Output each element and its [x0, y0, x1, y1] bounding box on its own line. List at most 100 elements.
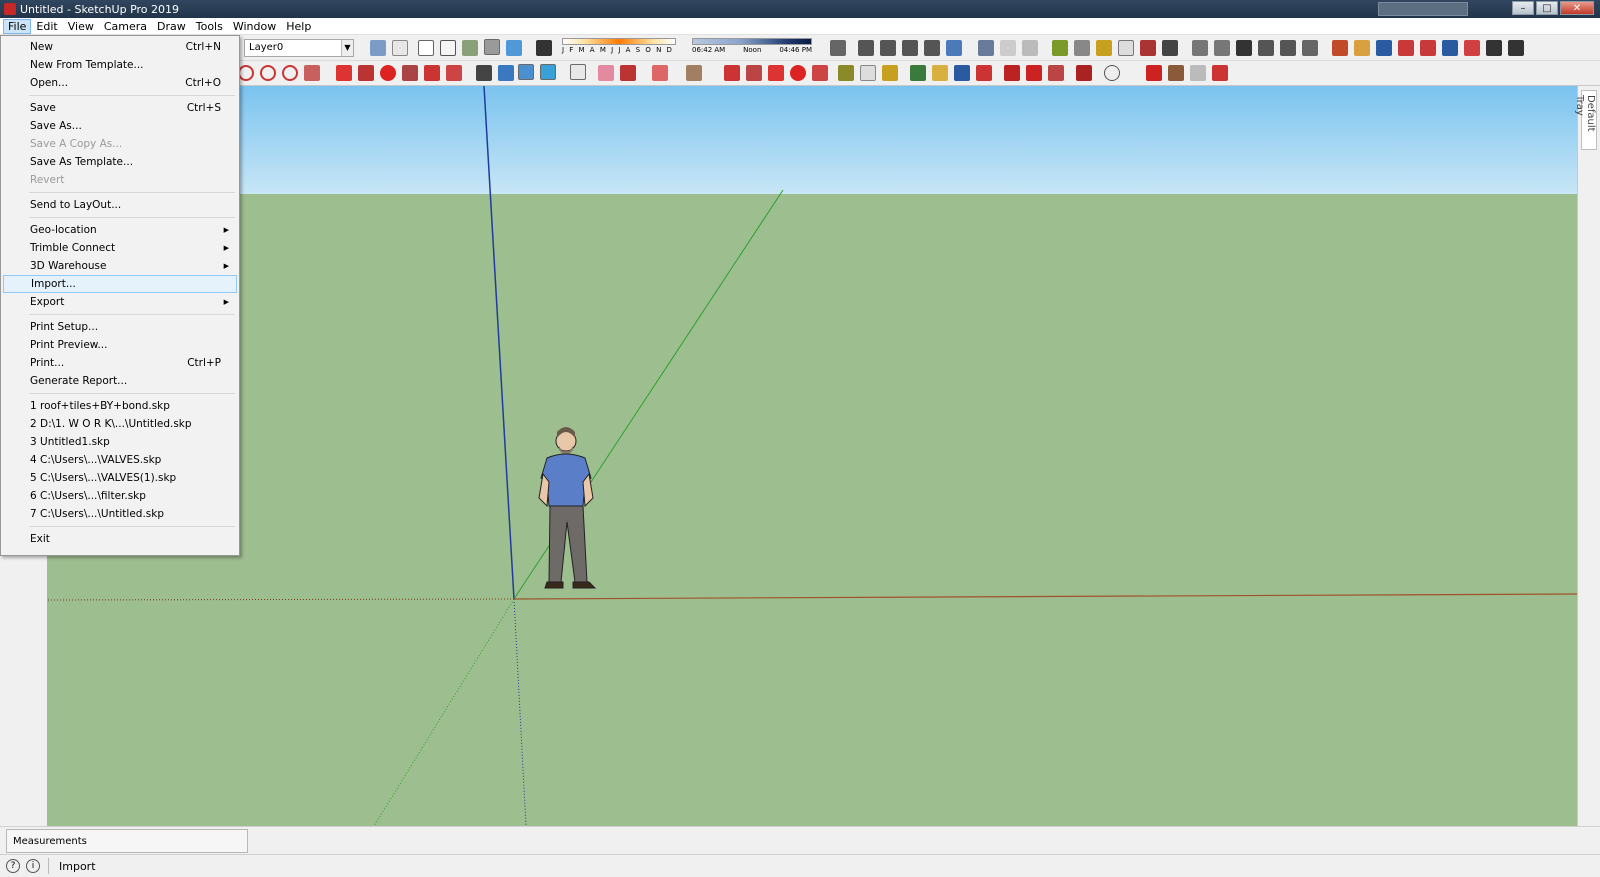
push-pull-icon[interactable]: [358, 65, 374, 81]
follow-me-icon[interactable]: [402, 65, 418, 81]
wireframe-icon[interactable]: [418, 40, 434, 56]
model-viewport[interactable]: [47, 86, 1577, 826]
arc-icon[interactable]: [238, 65, 254, 81]
menu-view[interactable]: View: [63, 19, 99, 34]
zoom-extents-icon[interactable]: [1420, 40, 1436, 56]
recent-file-item[interactable]: 4 C:\Users\...\VALVES.skp: [3, 451, 237, 469]
position-camera-icon[interactable]: [1464, 40, 1480, 56]
offset-icon[interactable]: [446, 65, 462, 81]
move-icon[interactable]: [336, 65, 352, 81]
top-view-icon[interactable]: [880, 40, 896, 56]
recent-file-item[interactable]: 6 C:\Users\...\filter.skp: [3, 487, 237, 505]
sandbox-icon[interactable]: [978, 40, 994, 56]
subtract-icon[interactable]: [1212, 65, 1228, 81]
maximize-button[interactable]: □: [1536, 1, 1558, 15]
date-gradient-bar[interactable]: [562, 38, 676, 45]
shaded-icon[interactable]: [462, 40, 478, 56]
freehand-icon[interactable]: [652, 65, 668, 81]
menu-camera[interactable]: Camera: [99, 19, 152, 34]
menu-item-print-setup[interactable]: Print Setup...: [3, 318, 237, 336]
menu-help[interactable]: Help: [281, 19, 316, 34]
menu-item-trimble-connect[interactable]: Trimble Connect ▶: [3, 239, 237, 257]
previous-view-icon[interactable]: [1442, 40, 1458, 56]
group-icon[interactable]: [518, 64, 534, 80]
recent-file-item[interactable]: 7 C:\Users\...\Untitled.skp: [3, 505, 237, 523]
extension-warehouse-icon[interactable]: [1214, 40, 1230, 56]
stamp-icon[interactable]: [1022, 40, 1038, 56]
recent-file-item[interactable]: 5 C:\Users\...\VALVES(1).skp: [3, 469, 237, 487]
shadow-date-slider[interactable]: J F M A M J J A S O N D: [562, 38, 676, 58]
scale-icon[interactable]: [424, 65, 440, 81]
menu-item-new-from-template[interactable]: New From Template...: [3, 56, 237, 74]
menu-item-print[interactable]: Print... Ctrl+P: [3, 354, 237, 372]
scale-figure[interactable]: [538, 427, 597, 589]
menu-item-new[interactable]: New Ctrl+N: [3, 38, 237, 56]
house-layout-icon[interactable]: [1302, 40, 1318, 56]
pan-icon[interactable]: [1354, 40, 1370, 56]
info-icon[interactable]: i: [26, 859, 40, 873]
menu-item-send-to-layout[interactable]: Send to LayOut...: [3, 196, 237, 214]
push-pull-tool-icon[interactable]: [746, 65, 762, 81]
two-point-arc-icon[interactable]: [260, 65, 276, 81]
menu-item-3d-warehouse[interactable]: 3D Warehouse ▶: [3, 257, 237, 275]
zoom-window-icon[interactable]: [1398, 40, 1414, 56]
title-search-box[interactable]: [1378, 2, 1468, 16]
move-tool-icon[interactable]: [724, 65, 740, 81]
xray-icon[interactable]: [370, 40, 386, 56]
union-icon[interactable]: [1190, 65, 1206, 81]
section-display-icon[interactable]: [1026, 65, 1042, 81]
right-view-icon[interactable]: [924, 40, 940, 56]
recent-file-item[interactable]: 2 D:\1. W O R K\...\Untitled.skp: [3, 415, 237, 433]
menu-item-geo-location[interactable]: Geo-location ▶: [3, 221, 237, 239]
menu-item-print-preview[interactable]: Print Preview...: [3, 336, 237, 354]
tape-tool-icon[interactable]: [838, 65, 854, 81]
warehouse-icon[interactable]: [1192, 40, 1208, 56]
menu-draw[interactable]: Draw: [152, 19, 191, 34]
protractor-icon[interactable]: [1096, 40, 1112, 56]
component-icon[interactable]: [498, 65, 514, 81]
menu-item-save[interactable]: Save Ctrl+S: [3, 99, 237, 117]
solid-tools-icon[interactable]: [1076, 65, 1092, 81]
zoom-extents-nav-icon[interactable]: [976, 65, 992, 81]
dimension-icon[interactable]: [1074, 40, 1090, 56]
menu-item-open[interactable]: Open... Ctrl+O: [3, 74, 237, 92]
intersect-icon[interactable]: [1168, 65, 1184, 81]
menu-item-save-as[interactable]: Save As...: [3, 117, 237, 135]
eraser-icon[interactable]: [598, 65, 614, 81]
back-edges-icon[interactable]: [392, 40, 408, 56]
orbit-icon[interactable]: [1332, 40, 1348, 56]
layer-select[interactable]: Layer0 ▼: [244, 39, 354, 57]
section-cut-icon[interactable]: [1048, 65, 1064, 81]
scale-tool-icon[interactable]: [812, 65, 828, 81]
menu-edit[interactable]: Edit: [31, 19, 62, 34]
walk-icon[interactable]: [1508, 40, 1524, 56]
zoom-icon[interactable]: [1376, 40, 1392, 56]
menu-item-save-as-template[interactable]: Save As Template...: [3, 153, 237, 171]
orbit-tool-icon[interactable]: [476, 65, 492, 81]
shaded-textures-icon[interactable]: [484, 39, 500, 55]
shadow-time-slider[interactable]: 06:42 AM Noon 04:46 PM: [692, 38, 812, 58]
smoove-icon[interactable]: [1000, 40, 1016, 56]
close-button[interactable]: ✕: [1560, 1, 1594, 15]
tape-measure-icon[interactable]: [1052, 40, 1068, 56]
shadows-toggle-icon[interactable]: [536, 40, 552, 56]
iso-view-icon[interactable]: [858, 40, 874, 56]
front-view-icon[interactable]: [902, 40, 918, 56]
menu-tools[interactable]: Tools: [191, 19, 228, 34]
paint-tool-icon[interactable]: [882, 65, 898, 81]
3d-text-icon[interactable]: [1162, 40, 1178, 56]
axes-icon[interactable]: [1140, 40, 1156, 56]
pie-icon[interactable]: [304, 65, 320, 81]
menu-item-generate-report[interactable]: Generate Report...: [3, 372, 237, 390]
move-arrows-icon[interactable]: [768, 65, 784, 81]
back-view-icon[interactable]: [946, 40, 962, 56]
measurements-box[interactable]: Measurements: [6, 829, 248, 853]
default-tray-tab[interactable]: Default Tray: [1574, 90, 1597, 150]
rotate-tool-icon[interactable]: [790, 65, 806, 81]
three-point-arc-icon[interactable]: [282, 65, 298, 81]
menu-window[interactable]: Window: [228, 19, 281, 34]
select-arrow-icon[interactable]: [570, 64, 586, 80]
hidden-line-icon[interactable]: [440, 40, 456, 56]
monochrome-icon[interactable]: [506, 40, 522, 56]
recent-file-item[interactable]: 1 roof+tiles+BY+bond.skp: [3, 397, 237, 415]
